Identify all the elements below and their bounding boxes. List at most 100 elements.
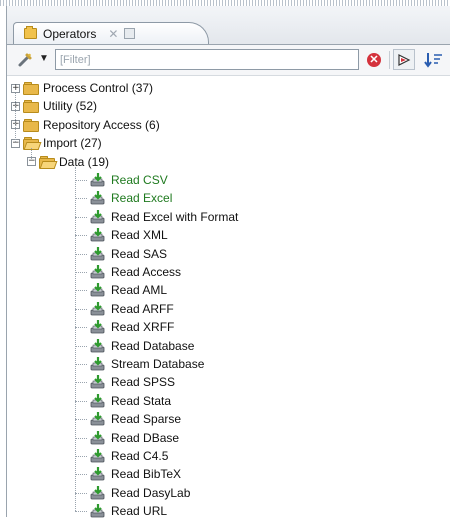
operator-item[interactable]: Read C4.5	[89, 447, 168, 465]
import-operator-icon	[90, 357, 105, 371]
tree-connector	[75, 345, 87, 347]
operator-item-label: Read XML	[111, 228, 168, 243]
tree-connector	[75, 253, 87, 255]
operator-item-label: Read URL	[111, 504, 168, 519]
tree-connector	[75, 290, 87, 292]
tree-folder-1[interactable]: Utility (52)	[23, 97, 97, 115]
operator-item-label: Read SAS	[111, 246, 168, 261]
tree-connector	[75, 364, 87, 365]
operator-item[interactable]: Read SAS	[89, 245, 167, 263]
operator-item-label: Read Excel	[111, 191, 173, 206]
tree-connector-data	[75, 166, 76, 512]
folder-icon	[23, 100, 39, 114]
operator-item-label: Stream Database	[111, 357, 205, 371]
folder-icon	[23, 82, 39, 95]
operator-item-label: Read BibTeX	[111, 467, 182, 482]
import-operator-icon	[90, 412, 105, 426]
tree-subfolder-data-label: Data (19)	[59, 154, 110, 169]
filter-input[interactable]	[55, 49, 359, 70]
funnel-icon	[398, 53, 411, 66]
operator-item-label: Read XRFF	[111, 320, 175, 335]
folder-back	[23, 84, 39, 95]
operator-item[interactable]: Read DBase	[89, 429, 179, 447]
operator-item[interactable]: Read BibTeX	[89, 465, 181, 483]
tree-connector	[75, 308, 87, 310]
expand-toggle-0[interactable]: +	[11, 83, 20, 93]
operator-item-label: Read CSV	[111, 173, 168, 187]
operator-item[interactable]: Stream Database	[89, 355, 204, 373]
import-operator-icon	[90, 449, 105, 463]
import-operator-icon	[90, 191, 105, 205]
import-operator-icon	[90, 430, 105, 444]
operator-item-label: Read Sparse	[111, 412, 182, 427]
import-operator-icon	[90, 375, 105, 389]
tree-connector	[75, 456, 87, 457]
operator-item-label: Read C4.5	[111, 449, 169, 463]
sort-button[interactable]	[421, 49, 450, 70]
tree-connector	[75, 180, 87, 181]
tree-folder-3-label: Import (27)	[43, 136, 102, 151]
tree-connector	[75, 437, 87, 439]
operator-item-label: Read DasyLab	[111, 485, 191, 500]
sort-icon	[424, 52, 442, 68]
operator-item[interactable]: Read ARFF	[89, 300, 174, 318]
chevron-down-icon[interactable]: ▼	[39, 53, 49, 64]
operator-item[interactable]: Read Excel	[89, 189, 172, 207]
import-operator-icon	[90, 467, 105, 481]
operator-item[interactable]: Read Sparse	[89, 410, 181, 428]
tree-connector	[75, 216, 87, 218]
operator-item[interactable]: Read URL	[89, 502, 167, 520]
operator-item[interactable]: Read DasyLab	[89, 484, 190, 502]
operator-item-label: Read DBase	[111, 430, 180, 445]
tree-folder-0-label: Process Control (37)	[43, 81, 154, 95]
import-operator-icon	[90, 485, 105, 500]
operator-item[interactable]: Read XML	[89, 226, 168, 244]
operator-item[interactable]: Read Access	[89, 263, 181, 281]
folder-back	[23, 120, 39, 132]
tree-connector	[75, 474, 87, 476]
tree-connector	[75, 400, 87, 402]
import-operator-icon	[90, 265, 105, 279]
tree-folder-3[interactable]: Import (27)	[23, 134, 102, 152]
folder-front	[39, 160, 58, 169]
operators-toolbar: ▼ ✕	[7, 45, 450, 76]
open-folder-icon	[39, 155, 58, 169]
operator-item[interactable]: Read AML	[89, 281, 167, 299]
operator-item-label: Read Stata	[111, 393, 172, 408]
operator-item-label: Read Database	[111, 338, 195, 353]
operator-item[interactable]: Read Stata	[89, 392, 171, 410]
operator-item-label: Read ARFF	[111, 301, 174, 316]
operator-item[interactable]: Read Excel with Format	[89, 208, 238, 226]
new-operator-wand-icon[interactable]	[17, 52, 33, 68]
operator-item[interactable]: Read Database	[89, 337, 194, 355]
tree-connector	[75, 272, 87, 273]
operator-item-label: Read Access	[111, 265, 182, 279]
close-tab-icon[interactable]: ✕	[108, 27, 118, 41]
tree-connector	[75, 382, 87, 384]
folder-icon	[23, 118, 39, 132]
operators-tab-icon	[24, 26, 37, 39]
tab-operators[interactable]: Operators ✕	[13, 22, 209, 44]
import-operator-icon	[90, 173, 105, 187]
operator-item[interactable]: Read CSV	[89, 171, 168, 189]
import-operator-icon	[90, 320, 105, 334]
maximize-icon[interactable]	[124, 28, 136, 39]
import-operator-icon	[90, 301, 105, 316]
tree-folder-0[interactable]: Process Control (37)	[23, 79, 153, 97]
operator-item-label: Read AML	[111, 283, 168, 298]
tree-connector	[75, 492, 87, 494]
import-operator-icon	[90, 228, 105, 242]
import-operator-icon	[90, 283, 105, 297]
folder-back	[23, 102, 39, 114]
tree-folder-2[interactable]: Repository Access (6)	[23, 116, 160, 134]
operator-item[interactable]: Read XRFF	[89, 318, 174, 336]
tree-connector-import	[31, 148, 32, 159]
import-operator-icon	[90, 338, 105, 352]
clear-filter-button[interactable]: ✕	[363, 49, 385, 70]
tree-connector	[75, 327, 87, 329]
clear-icon: ✕	[367, 52, 381, 67]
operator-item-label: Read SPSS	[111, 375, 176, 390]
filter-options-button[interactable]	[393, 49, 415, 70]
operator-item[interactable]: Read SPSS	[89, 373, 175, 391]
tree-connector-root	[15, 93, 16, 143]
